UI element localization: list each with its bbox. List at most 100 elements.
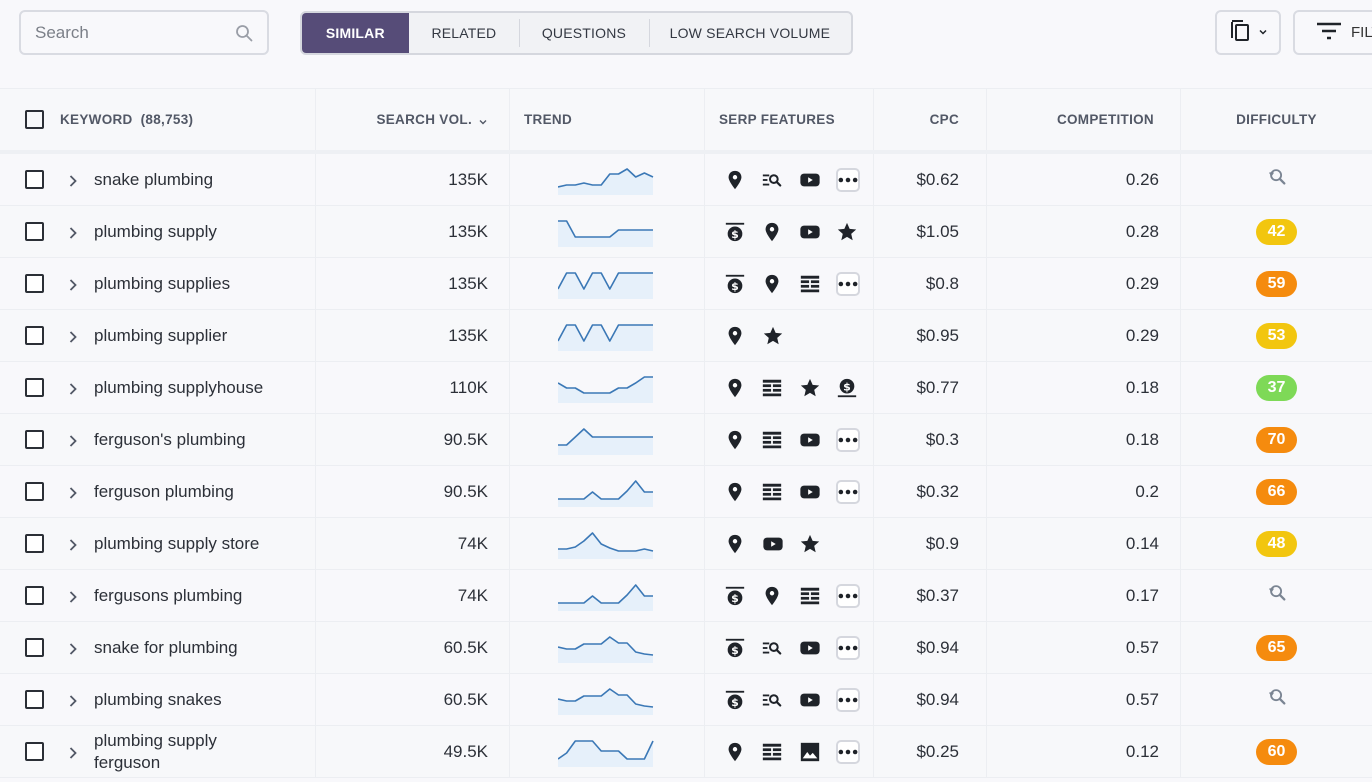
table-row[interactable]: plumbing supply 135K $ $1.05 0.28 42 — [0, 206, 1372, 258]
more-serp-features-button[interactable] — [835, 687, 860, 712]
video-icon — [799, 429, 836, 451]
search-icon[interactable] — [235, 24, 253, 42]
expand-chevron-right-icon[interactable] — [66, 329, 80, 343]
expand-chevron-right-icon[interactable] — [66, 693, 80, 707]
row-checkbox[interactable] — [25, 638, 44, 657]
expand-chevron-right-icon[interactable] — [66, 485, 80, 499]
more-serp-features-button[interactable] — [835, 635, 860, 660]
keyword-cell: ferguson plumbing — [0, 466, 316, 517]
row-checkbox[interactable] — [25, 742, 44, 761]
sort-chevron-down-icon[interactable] — [478, 115, 488, 125]
expand-chevron-right-icon[interactable] — [66, 537, 80, 551]
reviews-icon — [762, 325, 800, 347]
tab-related[interactable]: RELATED — [409, 13, 520, 53]
difficulty-cell: 70 — [1181, 414, 1372, 465]
table-row[interactable]: snake plumbing 135K $0.62 0.26 — [0, 154, 1372, 206]
keyword-text[interactable]: snake plumbing — [94, 169, 213, 191]
local-pack-icon — [724, 377, 761, 399]
table-row[interactable]: plumbing supplies 135K $ $0.8 0.29 59 — [0, 258, 1372, 310]
filters-button[interactable]: FILTERS — [1293, 10, 1372, 55]
competition-cell: 0.29 — [987, 310, 1181, 361]
svg-text:$: $ — [731, 227, 739, 240]
analyze-difficulty-icon[interactable] — [1266, 166, 1288, 193]
row-checkbox[interactable] — [25, 430, 44, 449]
row-checkbox[interactable] — [25, 482, 44, 501]
more-serp-features-button[interactable] — [835, 167, 860, 192]
table-row[interactable]: plumbing snakes 60.5K $ $0.94 0.57 — [0, 674, 1372, 726]
search-box[interactable] — [19, 10, 269, 55]
header-difficulty[interactable]: DIFFICULTY — [1181, 89, 1372, 150]
expand-chevron-right-icon[interactable] — [66, 381, 80, 395]
trend-sparkline — [558, 479, 653, 507]
expand-chevron-right-icon[interactable] — [66, 225, 80, 239]
keyword-text[interactable]: plumbing supplies — [94, 273, 230, 295]
keyword-text[interactable]: ferguson plumbing — [94, 481, 234, 503]
search-input[interactable] — [35, 21, 225, 45]
filter-icon — [1315, 19, 1343, 47]
trend-sparkline — [558, 219, 653, 247]
table-row[interactable]: fergusons plumbing 74K $ $0.37 0.17 — [0, 570, 1372, 622]
tab-low-search-volume[interactable]: LOW SEARCH VOLUME — [648, 13, 851, 53]
search-volume-value: 74K — [457, 533, 488, 553]
copy-dropdown-button[interactable] — [1215, 10, 1281, 55]
tab-similar[interactable]: SIMILAR — [302, 13, 409, 53]
table-row[interactable]: plumbing supply store 74K $0.9 0.14 48 — [0, 518, 1372, 570]
row-checkbox[interactable] — [25, 586, 44, 605]
keyword-cell: snake for plumbing — [0, 622, 316, 673]
keyword-text[interactable]: fergusons plumbing — [94, 585, 242, 607]
cpc-value: $0.62 — [916, 169, 959, 189]
analyze-difficulty-icon[interactable] — [1266, 686, 1288, 713]
sitelinks-icon — [761, 741, 798, 763]
analyze-difficulty-icon[interactable] — [1266, 582, 1288, 609]
table-row[interactable]: ferguson plumbing 90.5K $0.32 0.2 66 — [0, 466, 1372, 518]
expand-chevron-right-icon[interactable] — [66, 173, 80, 187]
header-search-volume[interactable]: SEARCH VOL. — [316, 89, 510, 150]
tab-questions[interactable]: QUESTIONS — [519, 13, 649, 53]
more-serp-features-button[interactable] — [835, 739, 860, 764]
table-row[interactable]: ferguson's plumbing 90.5K $0.3 0.18 70 — [0, 414, 1372, 466]
filters-label: FILTERS — [1351, 24, 1372, 41]
row-checkbox[interactable] — [25, 222, 44, 241]
video-icon — [799, 481, 836, 503]
row-checkbox[interactable] — [25, 274, 44, 293]
row-checkbox[interactable] — [25, 326, 44, 345]
table-row[interactable]: plumbing supply ferguson 49.5K $0.25 0.1… — [0, 726, 1372, 778]
table-row[interactable]: snake for plumbing 60.5K $ $0.94 0.57 65 — [0, 622, 1372, 674]
table-row[interactable]: plumbing supplier 135K $0.95 0.29 53 — [0, 310, 1372, 362]
expand-chevron-right-icon[interactable] — [66, 277, 80, 291]
table-row[interactable]: plumbing supplyhouse 110K $ $0.77 0.18 3… — [0, 362, 1372, 414]
keyword-text[interactable]: snake for plumbing — [94, 637, 238, 659]
keyword-text[interactable]: ferguson's plumbing — [94, 429, 246, 451]
header-cpc[interactable]: CPC — [874, 89, 987, 150]
cpc-cell: $0.25 — [874, 726, 987, 777]
keyword-text[interactable]: plumbing supply — [94, 221, 217, 243]
search-volume-value: 135K — [448, 325, 488, 345]
select-all-checkbox[interactable] — [25, 110, 44, 129]
expand-chevron-right-icon[interactable] — [66, 745, 80, 759]
keyword-text[interactable]: plumbing supply ferguson — [94, 730, 264, 774]
search-volume-cell: 74K — [316, 518, 510, 569]
keyword-cell: plumbing supplyhouse — [0, 362, 316, 413]
header-competition[interactable]: COMPETITION — [987, 89, 1181, 150]
trend-area — [558, 168, 653, 195]
serp-features-cell — [705, 310, 874, 361]
search-volume-value: 135K — [448, 273, 488, 293]
cpc-cell: $0.8 — [874, 258, 987, 309]
more-serp-features-button[interactable] — [835, 271, 860, 296]
more-serp-features-button[interactable] — [835, 479, 860, 504]
keyword-text[interactable]: plumbing supply store — [94, 533, 259, 555]
more-serp-features-button[interactable] — [835, 427, 860, 452]
row-checkbox[interactable] — [25, 534, 44, 553]
row-checkbox[interactable] — [25, 378, 44, 397]
keyword-text[interactable]: plumbing snakes — [94, 689, 222, 711]
expand-chevron-right-icon[interactable] — [66, 433, 80, 447]
header-keyword[interactable]: KEYWORD (88,753) — [0, 89, 316, 150]
expand-chevron-right-icon[interactable] — [66, 641, 80, 655]
row-checkbox[interactable] — [25, 170, 44, 189]
keyword-text[interactable]: plumbing supplyhouse — [94, 377, 263, 399]
row-checkbox[interactable] — [25, 690, 44, 709]
keyword-text[interactable]: plumbing supplier — [94, 325, 227, 347]
difficulty-cell: 53 — [1181, 310, 1372, 361]
expand-chevron-right-icon[interactable] — [66, 589, 80, 603]
more-serp-features-button[interactable] — [835, 583, 860, 608]
